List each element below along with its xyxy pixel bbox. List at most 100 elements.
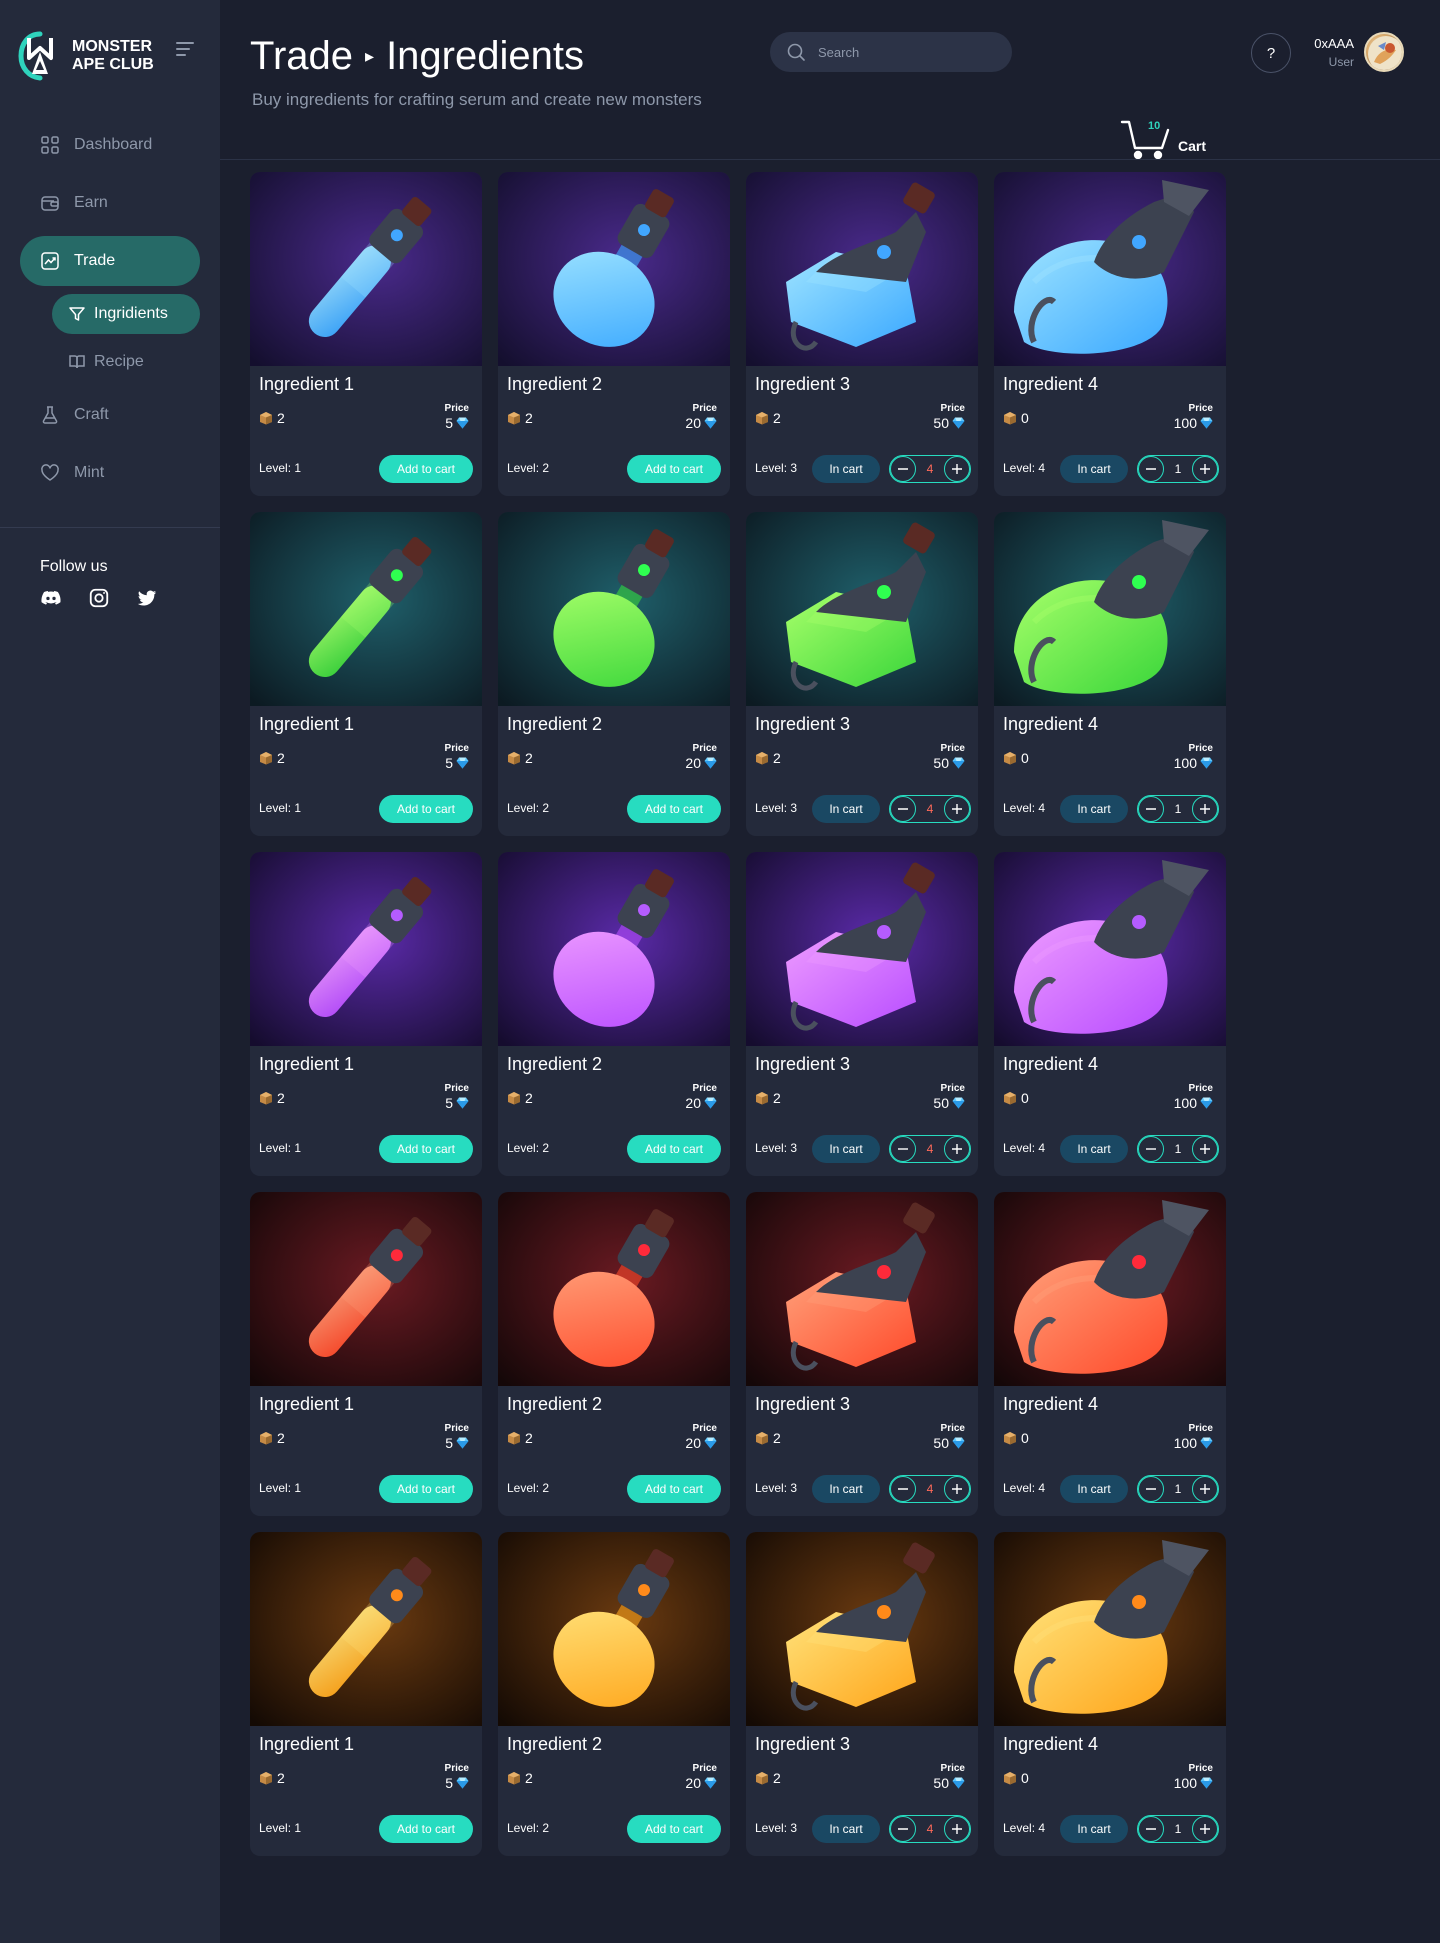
ingredient-image[interactable]: [250, 852, 482, 1046]
ingredient-card[interactable]: Ingredient 4 0 Price 100 Level: 4 In cart…: [994, 852, 1226, 1176]
decrease-button[interactable]: [890, 1136, 916, 1162]
ingredient-card[interactable]: Ingredient 4 0 Price 100 Level: 4 In cart…: [994, 1192, 1226, 1516]
add-to-cart-button[interactable]: Add to cart: [379, 795, 473, 823]
ingredient-image[interactable]: [250, 1532, 482, 1726]
ingredient-card[interactable]: Ingredient 4 0 Price 100 Level: 4 In cart…: [994, 1532, 1226, 1856]
increase-button[interactable]: [944, 1136, 970, 1162]
decrease-button[interactable]: [1138, 796, 1164, 822]
ingredient-card[interactable]: Ingredient 1 2 Price 5 Level: 1 Add to ca…: [250, 1532, 482, 1856]
ingredient-image[interactable]: [250, 172, 482, 366]
increase-button[interactable]: [944, 1476, 970, 1502]
ingredient-image[interactable]: [994, 172, 1226, 366]
decrease-button[interactable]: [890, 456, 916, 482]
in-cart-button[interactable]: In cart: [812, 1475, 880, 1503]
ingredient-card[interactable]: Ingredient 4 0 Price 100 Level: 4 In cart…: [994, 512, 1226, 836]
in-cart-button[interactable]: In cart: [1060, 1815, 1128, 1843]
ingredient-image[interactable]: [994, 512, 1226, 706]
add-to-cart-button[interactable]: Add to cart: [627, 1815, 721, 1843]
ingredient-image[interactable]: [250, 1192, 482, 1386]
ingredient-card[interactable]: Ingredient 1 2 Price 5 Level: 1 Add to ca…: [250, 1192, 482, 1516]
add-to-cart-button[interactable]: Add to cart: [627, 1475, 721, 1503]
quantity-value[interactable]: 4: [917, 1482, 943, 1496]
quantity-value[interactable]: 1: [1165, 1142, 1191, 1156]
add-to-cart-button[interactable]: Add to cart: [627, 795, 721, 823]
in-cart-button[interactable]: In cart: [812, 795, 880, 823]
add-to-cart-button[interactable]: Add to cart: [379, 1135, 473, 1163]
ingredient-image[interactable]: [498, 1192, 730, 1386]
add-to-cart-button[interactable]: Add to cart: [627, 455, 721, 483]
discord-icon[interactable]: [40, 587, 62, 609]
quantity-value[interactable]: 4: [917, 1142, 943, 1156]
menu-toggle-icon[interactable]: [176, 42, 198, 60]
sidebar-item-craft[interactable]: Craft: [20, 390, 200, 440]
ingredient-card[interactable]: Ingredient 2 2 Price 20 Level: 2 Add to c…: [498, 512, 730, 836]
quantity-value[interactable]: 4: [917, 802, 943, 816]
ingredient-image[interactable]: [746, 172, 978, 366]
increase-button[interactable]: [944, 796, 970, 822]
ingredient-card[interactable]: Ingredient 4 0 Price 100 Level: 4 In cart…: [994, 172, 1226, 496]
sidebar-item-mint[interactable]: Mint: [20, 448, 200, 498]
ingredient-card[interactable]: Ingredient 1 2 Price 5 Level: 1 Add to ca…: [250, 512, 482, 836]
decrease-button[interactable]: [1138, 1816, 1164, 1842]
search-input[interactable]: [818, 44, 998, 60]
in-cart-button[interactable]: In cart: [1060, 1135, 1128, 1163]
ingredient-card[interactable]: Ingredient 3 2 Price 50 Level: 3 In cart …: [746, 172, 978, 496]
decrease-button[interactable]: [1138, 456, 1164, 482]
ingredient-image[interactable]: [250, 512, 482, 706]
ingredient-card[interactable]: Ingredient 1 2 Price 5 Level: 1 Add to ca…: [250, 172, 482, 496]
quantity-value[interactable]: 4: [917, 462, 943, 476]
ingredient-card[interactable]: Ingredient 2 2 Price 20 Level: 2 Add to c…: [498, 172, 730, 496]
ingredient-image[interactable]: [746, 512, 978, 706]
ingredient-image[interactable]: [994, 1532, 1226, 1726]
decrease-button[interactable]: [890, 1816, 916, 1842]
increase-button[interactable]: [944, 1816, 970, 1842]
increase-button[interactable]: [1192, 796, 1218, 822]
in-cart-button[interactable]: In cart: [1060, 455, 1128, 483]
ingredient-image[interactable]: [746, 1532, 978, 1726]
sidebar-item-trade[interactable]: Trade: [20, 236, 200, 286]
ingredient-card[interactable]: Ingredient 3 2 Price 50 Level: 3 In cart …: [746, 512, 978, 836]
add-to-cart-button[interactable]: Add to cart: [627, 1135, 721, 1163]
ingredient-card[interactable]: Ingredient 3 2 Price 50 Level: 3 In cart …: [746, 852, 978, 1176]
twitter-icon[interactable]: [136, 587, 158, 609]
cart-button[interactable]: 10 Cart: [1120, 116, 1210, 160]
ingredient-card[interactable]: Ingredient 2 2 Price 20 Level: 2 Add to c…: [498, 1192, 730, 1516]
quantity-value[interactable]: 4: [917, 1822, 943, 1836]
in-cart-button[interactable]: In cart: [1060, 1475, 1128, 1503]
sidebar-item-dashboard[interactable]: Dashboard: [20, 120, 200, 170]
quantity-value[interactable]: 1: [1165, 1482, 1191, 1496]
decrease-button[interactable]: [890, 796, 916, 822]
avatar[interactable]: [1364, 32, 1404, 72]
increase-button[interactable]: [1192, 1136, 1218, 1162]
increase-button[interactable]: [1192, 1476, 1218, 1502]
sidebar-item-recipe[interactable]: Recipe: [52, 342, 200, 382]
add-to-cart-button[interactable]: Add to cart: [379, 455, 473, 483]
ingredient-image[interactable]: [994, 1192, 1226, 1386]
add-to-cart-button[interactable]: Add to cart: [379, 1475, 473, 1503]
decrease-button[interactable]: [1138, 1476, 1164, 1502]
sidebar-item-ingridients[interactable]: Ingridients: [52, 294, 200, 334]
instagram-icon[interactable]: [88, 587, 110, 609]
quantity-value[interactable]: 1: [1165, 802, 1191, 816]
ingredient-image[interactable]: [746, 1192, 978, 1386]
increase-button[interactable]: [1192, 1816, 1218, 1842]
breadcrumb-trade[interactable]: Trade: [250, 34, 353, 79]
quantity-value[interactable]: 1: [1165, 462, 1191, 476]
ingredient-image[interactable]: [498, 852, 730, 1046]
decrease-button[interactable]: [1138, 1136, 1164, 1162]
help-button[interactable]: ?: [1251, 33, 1291, 73]
search-bar[interactable]: [770, 32, 1012, 72]
in-cart-button[interactable]: In cart: [812, 455, 880, 483]
decrease-button[interactable]: [890, 1476, 916, 1502]
ingredient-image[interactable]: [498, 1532, 730, 1726]
add-to-cart-button[interactable]: Add to cart: [379, 1815, 473, 1843]
ingredient-image[interactable]: [498, 512, 730, 706]
ingredient-image[interactable]: [746, 852, 978, 1046]
user-info[interactable]: 0xAAA User: [1314, 36, 1354, 69]
in-cart-button[interactable]: In cart: [1060, 795, 1128, 823]
ingredient-card[interactable]: Ingredient 3 2 Price 50 Level: 3 In cart …: [746, 1192, 978, 1516]
ingredient-card[interactable]: Ingredient 2 2 Price 20 Level: 2 Add to c…: [498, 1532, 730, 1856]
ingredient-card[interactable]: Ingredient 2 2 Price 20 Level: 2 Add to c…: [498, 852, 730, 1176]
ingredient-image[interactable]: [498, 172, 730, 366]
in-cart-button[interactable]: In cart: [812, 1815, 880, 1843]
